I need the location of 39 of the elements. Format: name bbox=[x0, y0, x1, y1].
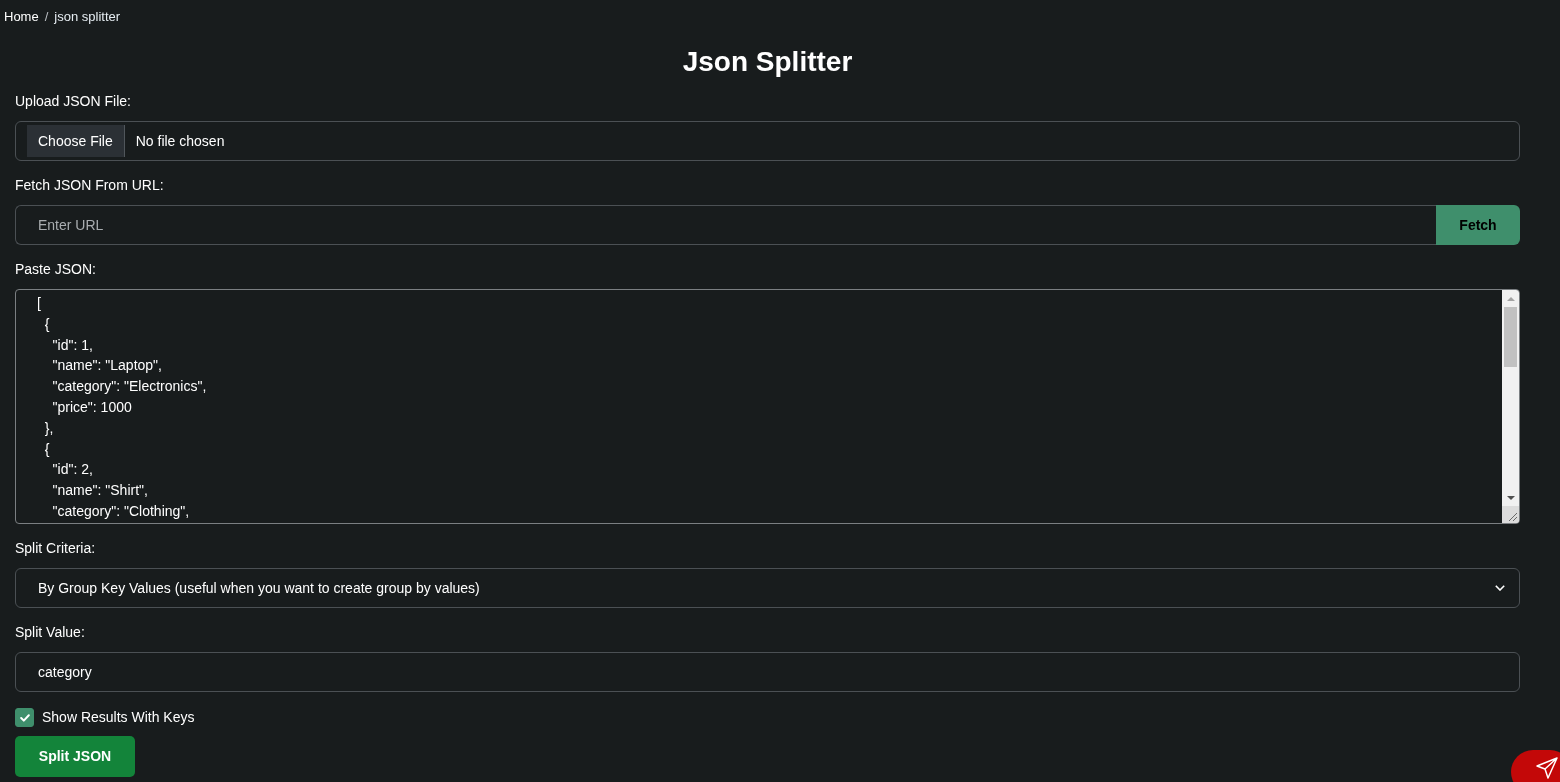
scroll-up-icon bbox=[1506, 296, 1515, 301]
json-text-line: "name": "Shirt", bbox=[51, 481, 149, 501]
json-text-line: }, bbox=[43, 418, 55, 438]
file-upload-field[interactable]: Choose File No file chosen bbox=[15, 121, 1520, 161]
paste-json-label: Paste JSON: bbox=[15, 260, 96, 279]
json-text-line: [ bbox=[37, 294, 42, 313]
json-text-line: "category": "Clothing", bbox=[51, 501, 191, 521]
breadcrumb-current: json splitter bbox=[54, 8, 121, 26]
scroll-down-icon bbox=[1506, 495, 1515, 500]
chevron-down-icon bbox=[1495, 585, 1505, 591]
split-value-field[interactable]: category bbox=[15, 652, 1520, 692]
split-json-button[interactable]: Split JSON bbox=[15, 736, 135, 777]
scrollbar-thumb[interactable] bbox=[1504, 307, 1517, 367]
upload-label: Upload JSON File: bbox=[15, 92, 131, 111]
json-text-line: "category": "Electronics", bbox=[51, 377, 208, 397]
split-value-label: Split Value: bbox=[15, 623, 85, 642]
json-text-line: { bbox=[43, 314, 51, 334]
resize-grip-icon bbox=[1502, 506, 1519, 523]
file-status-text: No file chosen bbox=[135, 131, 225, 151]
json-text-line: { bbox=[43, 439, 51, 459]
show-keys-label[interactable]: Show Results With Keys bbox=[42, 708, 195, 727]
textarea-scrollbar[interactable] bbox=[1502, 290, 1519, 523]
split-criteria-label: Split Criteria: bbox=[15, 539, 96, 558]
show-keys-checkbox[interactable] bbox=[15, 708, 34, 727]
json-text-line: "name": "Laptop", bbox=[51, 356, 163, 376]
json-text-line: "id": 2, bbox=[51, 460, 94, 480]
json-text-line: "price": 1000 bbox=[51, 398, 133, 417]
breadcrumb-separator: / bbox=[44, 8, 49, 26]
page-title: Json Splitter bbox=[681, 46, 854, 78]
json-text-line: "id": 1, bbox=[51, 335, 94, 355]
json-textarea[interactable]: [ { "id": 1, "name": "Laptop", "category": "Electronics", "price": 1000 }, { "id": 2, "name": "Shirt", "category": "Clothing", bbox=[15, 289, 1520, 524]
split-criteria-select[interactable]: By Group Key Values (useful when you want to create group by values) bbox=[15, 568, 1520, 608]
url-input-field[interactable]: Enter URL bbox=[15, 205, 1436, 245]
choose-file-button[interactable]: Choose File bbox=[27, 125, 125, 157]
fetch-url-label: Fetch JSON From URL: bbox=[15, 176, 164, 195]
paper-plane-icon bbox=[1536, 757, 1558, 779]
check-icon bbox=[19, 713, 30, 722]
breadcrumb-link[interactable]: Home bbox=[4, 8, 39, 26]
fetch-button[interactable]: Fetch bbox=[1436, 205, 1520, 245]
